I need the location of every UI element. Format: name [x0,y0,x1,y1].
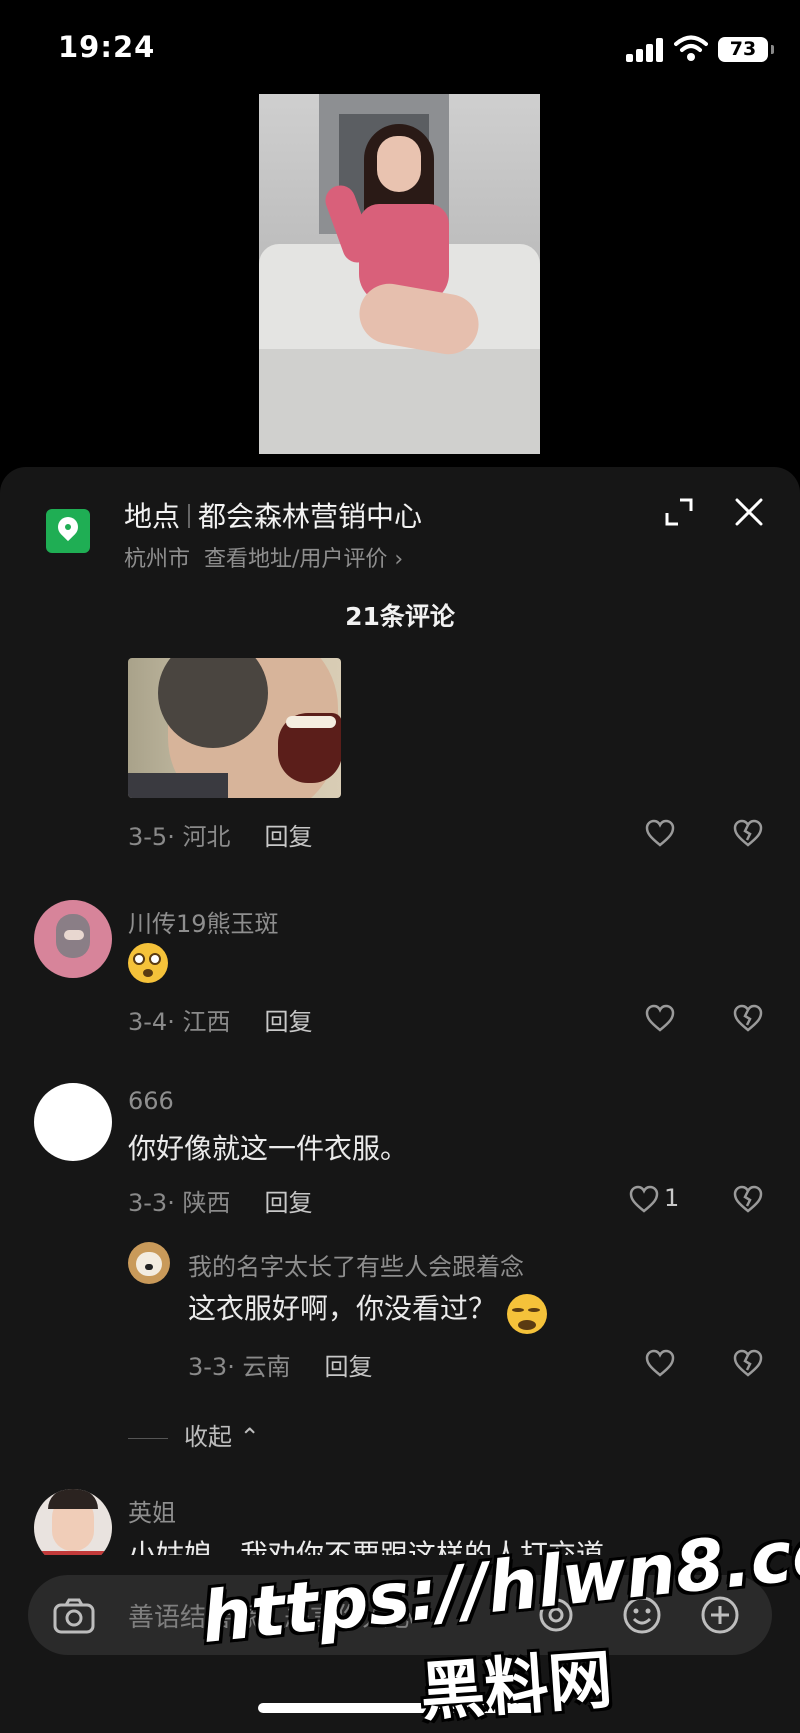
comment-date-location: 3-3· 云南 [188,1353,291,1381]
dislike-heart-icon[interactable] [733,1349,763,1377]
heart-icon[interactable] [645,1004,675,1032]
comment-username[interactable]: 英姐 [128,1493,176,1528]
video-thumbnail[interactable] [259,94,540,454]
comments-count: 21条评论 [345,602,455,631]
laugh-cry-emoji [507,1293,548,1334]
reply-button[interactable]: 回复 [264,823,312,851]
location-title[interactable]: 地点 都会森林营销中心 [124,495,422,535]
avatar[interactable] [34,1083,112,1161]
comment-username[interactable]: 666 [128,1087,174,1115]
reply-button[interactable]: 回复 [324,1353,372,1381]
comment-text: 你好像就这一件衣服。 [128,1132,409,1165]
collapse-replies-button[interactable]: 收起 ⌃ [128,1417,260,1452]
reply-content: 这衣服好啊，你没看过？ [188,1287,548,1334]
like-count: 1 [664,1184,680,1212]
location-link[interactable]: 查看地址/用户评价 › [204,547,403,572]
comment-meta: 3-3· 陕西 回复 [128,1183,312,1218]
comment-meta: 3-4· 江西 回复 [128,1002,312,1037]
reply-text: 这衣服好啊，你没看过？ [188,1292,497,1325]
status-time: 19:24 [58,30,156,64]
expand-icon[interactable] [664,497,694,527]
location-subtitle[interactable]: 杭州市 查看地址/用户评价 › [124,541,403,573]
comment-meta: 3-5· 河北 回复 [128,817,312,852]
comment-image[interactable] [128,658,341,798]
wifi-icon [674,35,708,61]
location-label: 地点 [124,500,181,533]
heart-icon[interactable] [645,1349,675,1377]
reply-meta: 3-3· 云南 回复 [188,1347,372,1382]
reply-username[interactable]: 我的名字太长了有些人会跟着念 [188,1247,524,1282]
signal-icon [626,38,666,62]
comment-username[interactable]: 川传19熊玉斑 [128,904,279,939]
avatar[interactable] [128,1242,170,1284]
reply-button[interactable]: 回复 [264,1008,312,1036]
status-bar: 19:24 73 [0,0,800,100]
comment-date-location: 3-3· 陕西 [128,1189,231,1217]
battery-indicator: 73 [718,37,774,62]
avatar[interactable] [34,900,112,978]
location-name: 都会森林营销中心 [198,500,423,533]
watermark-name: 黑料网 [418,1643,615,1731]
dislike-heart-icon[interactable] [733,819,763,847]
heart-icon[interactable] [645,819,675,847]
location-icon [46,509,90,553]
camera-icon[interactable] [52,1597,96,1635]
dislike-heart-icon[interactable] [733,1004,763,1032]
location-city: 杭州市 [124,547,191,572]
close-icon[interactable] [734,497,764,527]
heart-icon[interactable] [629,1185,659,1213]
comment-date-location: 3-5· 河北 [128,823,231,851]
comment-date-location: 3-4· 江西 [128,1008,231,1036]
comment-emoji [128,943,168,983]
reply-button[interactable]: 回复 [264,1189,312,1217]
dislike-heart-icon[interactable] [733,1185,763,1213]
